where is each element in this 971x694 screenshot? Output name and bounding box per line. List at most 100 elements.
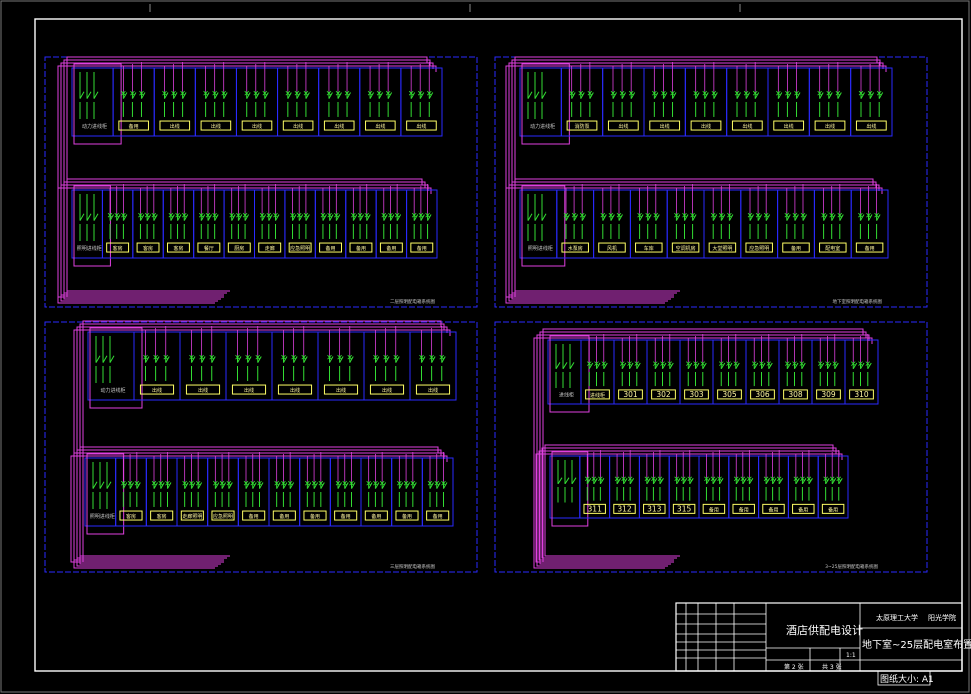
feeder-label: 出线: [742, 123, 752, 130]
feeder-label: 出线: [170, 123, 180, 130]
feeder-cabinet: 出线: [643, 62, 686, 137]
panel-caption: 3~25层照明配电箱系统图: [825, 563, 878, 570]
feeder-label: 出线: [382, 387, 392, 394]
feeder-cabinet: 备用: [406, 184, 438, 259]
feeder-cabinet: 空调机房: [666, 184, 705, 259]
panel-p2: 地下室照明配电箱系统图 动力进线柜 消防泵 出线 出线 出线 出线 出线 出线 出线照明进线柜 水泵…: [494, 56, 928, 308]
feeder-cabinet: 出线: [409, 326, 457, 401]
feeder-label: 空调机房: [676, 245, 696, 252]
feeder-label: 出线: [211, 123, 221, 130]
title-block: 太原理工大学 阳光学院 酒店供配电设计 地下室~25层配电室布置图 1:1 第 …: [675, 602, 971, 686]
feeder-cabinet: 出线: [179, 326, 227, 401]
feeder-label: 进线柜: [590, 392, 605, 399]
feeder-cabinet: 308: [778, 334, 813, 405]
title-sheet-total: 共 3 张: [822, 663, 842, 671]
feeder-cabinet: 306: [745, 334, 780, 405]
panel-caption: 地下室照明配电箱系统图: [833, 298, 883, 305]
panel-p3: 三层照明配电箱系统图 动力进线柜 出线 出线 出线 出线 出线 出线 出线照明进线柜 客房 客房 走廊…: [44, 320, 478, 573]
feeder-label: 出线: [244, 387, 254, 394]
feeder-cabinet: 走廊照明: [176, 452, 209, 527]
switch-blade: [109, 355, 115, 363]
feeder-label: 客房: [143, 245, 153, 252]
outer-frame: [0, 0, 970, 693]
feeder-cabinet: 出线: [400, 62, 443, 137]
feeder-label: 出线: [416, 123, 426, 130]
feeder-cabinet: 312: [609, 450, 640, 519]
bus-line: [541, 447, 837, 559]
feeder-label: 客房: [126, 513, 136, 520]
feeder-label: 风机: [607, 245, 617, 252]
feeder-label: 备用: [433, 513, 443, 520]
feeder-label: 312: [617, 504, 632, 513]
switch-blade: [93, 91, 99, 99]
incoming-label: 照明进线柜: [528, 245, 553, 252]
feeder-label: 出线: [336, 387, 346, 394]
feeder-cabinet: 备用: [758, 450, 789, 519]
feeder-label: 309: [821, 390, 836, 399]
bus-line: [514, 178, 874, 292]
feeder-label: 备用: [386, 245, 396, 252]
feeder-label: 备用: [249, 513, 259, 520]
feeder-label: 出线: [618, 123, 628, 130]
switch-blade: [99, 481, 105, 489]
switch-blade: [569, 362, 575, 370]
feeder-label: 302: [656, 390, 671, 399]
switch-blade: [555, 362, 561, 370]
switch-blade: [527, 213, 533, 221]
feeder-label: 备用: [791, 245, 801, 252]
feeder-cabinet: 301: [613, 334, 648, 405]
top-edge-marks: [149, 4, 741, 12]
switch-blade: [79, 91, 85, 99]
feeder-cabinet: 客房: [101, 184, 134, 259]
feeder-cabinet: 车库: [629, 184, 668, 259]
row-1: 照明进线柜 水泵房 风机 车库 空调机房 大堂照明 应急照明 备用 配电室 备用: [505, 178, 889, 298]
panel-frame: [494, 321, 928, 573]
feeder-cabinet: 出线: [318, 62, 361, 137]
feeder-cabinet: 出线: [363, 326, 411, 401]
feeder-label: 备用: [371, 513, 381, 520]
feeder-cabinet: 配电室: [813, 184, 852, 259]
feeder-label: 出线: [293, 123, 303, 130]
feeder-cabinet: 310: [844, 334, 879, 405]
feeder-label: 备用: [865, 245, 875, 252]
feeder-cabinet: 出线: [153, 62, 196, 137]
cad-drawing: 二层照明配电箱系统图动力进线柜 备用 出线 出线 出线 出线 出线 出线 出线照明进线柜 客房 客房…: [0, 0, 971, 693]
bus-line: [60, 184, 429, 296]
feeder-label: 出线: [375, 123, 385, 130]
feeder-cabinet: 出线: [133, 326, 181, 401]
title-project: 酒店供配电设计: [786, 623, 863, 637]
feeder-cabinet: 出线: [359, 62, 402, 137]
feeder-label: 301: [623, 390, 638, 399]
feeder-cabinet: 走廊: [254, 184, 286, 259]
row-1: 照明进线柜 客房 客房 客房 餐厅 厨房 走廊 应急照明 备用 备用 备用 备用: [57, 178, 438, 298]
feeder-label: 310: [854, 390, 869, 399]
feeder-cabinet: 备用: [268, 452, 301, 527]
panel-p1: 二层照明配电箱系统图动力进线柜 备用 出线 出线 出线 出线 出线 出线 出线照明进线柜 客房 客房…: [44, 56, 478, 308]
feeder-label: 出线: [866, 123, 876, 130]
feeder-label: 315: [677, 504, 692, 513]
feeder-label: 311: [588, 504, 603, 513]
feeder-label: 出线: [198, 387, 208, 394]
title-school: 太原理工大学: [876, 613, 918, 622]
feeder-label: 应急照明: [290, 245, 310, 252]
feeder-cabinet: 305: [712, 334, 747, 405]
switch-blade: [564, 477, 570, 485]
feeder-cabinet: 应急照明: [740, 184, 779, 259]
feeder-label: 出线: [660, 123, 670, 130]
switch-blade: [571, 477, 577, 485]
feeder-cabinet: 备用: [345, 184, 377, 259]
feeder-label: 客房: [113, 245, 123, 252]
feeder-label: 备用: [326, 245, 336, 252]
row-1: 照明进线柜 客房 客房 走廊照明 应急照明 备用 备用 备用 备用 备用 备用 备用: [70, 446, 454, 563]
feeder-label: 备用: [768, 506, 778, 513]
row-0: 动力进线柜 备用 出线 出线 出线 出线 出线 出线 出线: [57, 56, 443, 304]
feeder-label: 备用: [310, 513, 320, 520]
feeder-label: 备用: [709, 506, 719, 513]
feeder-cabinet: 备用: [787, 450, 819, 519]
feeder-label: 出线: [334, 123, 344, 130]
feeder-cabinet: 备用: [299, 452, 331, 527]
title-scale: 1:1: [846, 652, 856, 659]
switch-blade: [95, 355, 101, 363]
feeder-label: 配电室: [825, 245, 840, 252]
feeder-cabinet: 客房: [145, 452, 178, 527]
